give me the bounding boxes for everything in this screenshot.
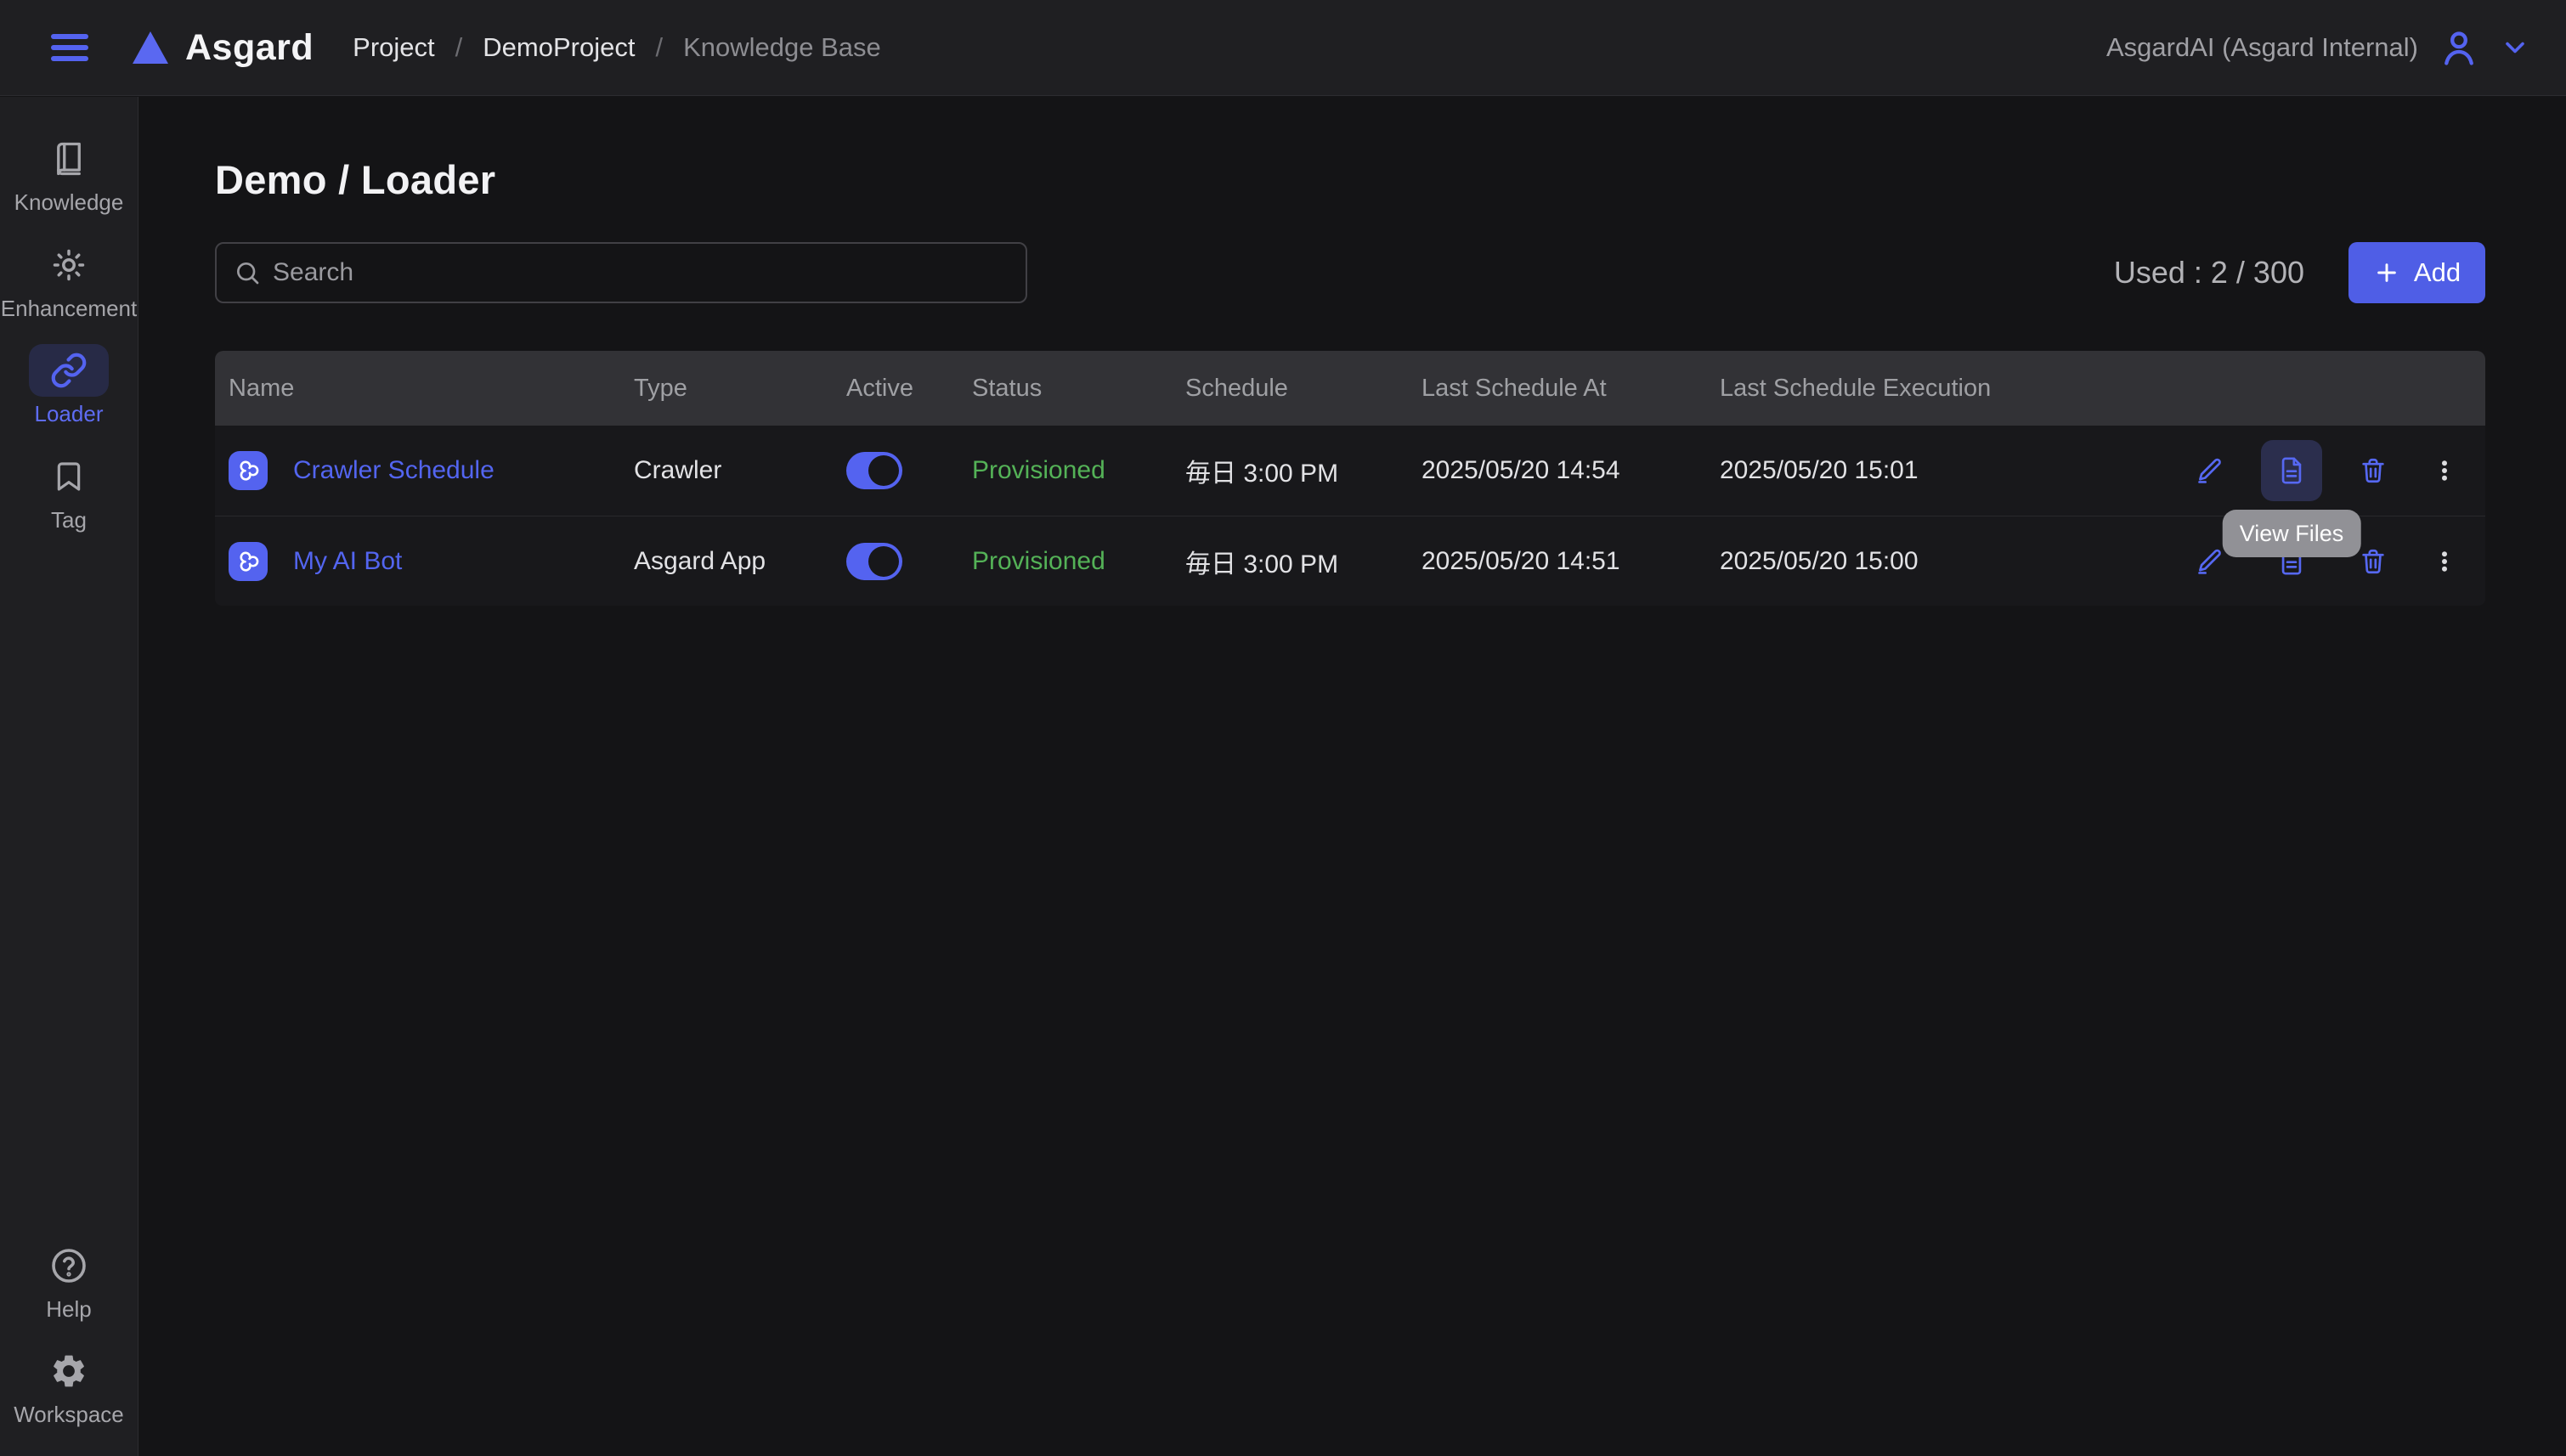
search-input[interactable]	[215, 242, 1027, 303]
breadcrumb-demoproject[interactable]: DemoProject	[483, 32, 635, 63]
breadcrumb: Project / DemoProject / Knowledge Base	[353, 32, 881, 63]
add-button-label: Add	[2414, 257, 2461, 288]
loader-name-cell: Crawler Schedule	[229, 451, 634, 490]
col-header-last-schedule-execution: Last Schedule Execution	[1720, 375, 2026, 403]
gear-icon	[49, 1352, 88, 1391]
col-header-active: Active	[846, 375, 972, 403]
table-row: Crawler Schedule Crawler Provisioned 毎日 …	[215, 426, 2485, 516]
breadcrumb-separator: /	[655, 32, 663, 63]
active-cell	[846, 452, 972, 489]
active-toggle[interactable]	[846, 452, 902, 489]
last-schedule-execution-value: 2025/05/20 15:00	[1720, 547, 2026, 576]
book-icon	[51, 141, 87, 177]
brand-title: Asgard	[185, 27, 314, 69]
user-label: AsgardAI (Asgard Internal)	[2106, 32, 2418, 63]
webhook-icon	[229, 542, 268, 581]
loader-name-link[interactable]: My AI Bot	[293, 547, 402, 576]
sidebar-item-label: Workspace	[14, 1402, 124, 1427]
page-title: Demo / Loader	[215, 156, 2485, 203]
edit-button[interactable]	[2179, 440, 2241, 501]
breadcrumb-project[interactable]: Project	[353, 32, 434, 63]
topbar: Asgard Project / DemoProject / Knowledge…	[0, 0, 2566, 96]
loader-name-cell: My AI Bot	[229, 542, 634, 581]
sidebar-item-label: Tag	[51, 508, 87, 533]
col-header-name: Name	[229, 375, 634, 403]
delete-button[interactable]	[2343, 440, 2404, 501]
col-header-schedule: Schedule	[1185, 375, 1421, 403]
more-options-button[interactable]	[2424, 531, 2465, 592]
col-header-status: Status	[972, 375, 1185, 403]
sun-icon	[50, 246, 88, 284]
table-header: Name Type Active Status Schedule Last Sc…	[215, 351, 2485, 426]
sidebar-item-help[interactable]: Help	[0, 1239, 138, 1322]
usage-counter: Used : 2 / 300	[2114, 255, 2304, 291]
status-badge: Provisioned	[972, 456, 1185, 485]
link-icon	[50, 352, 88, 389]
schedule-value: 毎日 3:00 PM	[1185, 452, 1421, 489]
loader-type: Crawler	[634, 456, 846, 485]
row-actions: View Files	[2026, 440, 2465, 501]
chevron-down-icon[interactable]	[2500, 32, 2530, 63]
sidebar-item-label: Loader	[35, 402, 104, 426]
sidebar-item-tag[interactable]: Tag	[0, 450, 138, 533]
user-icon[interactable]	[2437, 25, 2481, 70]
last-schedule-at-value: 2025/05/20 14:51	[1421, 547, 1720, 576]
webhook-icon	[229, 451, 268, 490]
sidebar-item-knowledge[interactable]: Knowledge	[0, 133, 138, 215]
plus-icon	[2373, 259, 2400, 286]
help-circle-icon	[48, 1245, 89, 1286]
last-schedule-at-value: 2025/05/20 14:54	[1421, 456, 1720, 485]
status-badge: Provisioned	[972, 547, 1185, 576]
sidebar-item-label: Help	[46, 1297, 91, 1322]
col-header-last-schedule-at: Last Schedule At	[1421, 375, 1720, 403]
add-button[interactable]: Add	[2348, 242, 2485, 303]
bookmark-icon	[52, 460, 86, 494]
pencil-icon	[2196, 547, 2224, 576]
controls-row: Used : 2 / 300 Add	[215, 242, 2485, 303]
breadcrumb-knowledge-base: Knowledge Base	[683, 32, 881, 63]
trash-icon	[2359, 456, 2388, 485]
view-files-tooltip: View Files	[2223, 510, 2361, 557]
active-cell	[846, 543, 972, 580]
search-box	[215, 242, 1027, 303]
loader-type: Asgard App	[634, 547, 846, 576]
sidebar-item-enhancement[interactable]: Enhancement	[0, 239, 138, 321]
col-header-type: Type	[634, 375, 846, 403]
sidebar-item-label: Knowledge	[14, 190, 124, 215]
trash-icon	[2359, 547, 2388, 576]
schedule-value: 毎日 3:00 PM	[1185, 543, 1421, 580]
kebab-menu-icon	[2432, 547, 2457, 576]
pencil-icon	[2196, 456, 2224, 485]
sidebar-item-label: Enhancement	[1, 296, 137, 321]
main-content: Demo / Loader Used : 2 / 300 Add Name Ty…	[139, 97, 2566, 1456]
breadcrumb-separator: /	[455, 32, 463, 63]
view-files-button[interactable]: View Files	[2261, 440, 2322, 501]
more-options-button[interactable]	[2424, 440, 2465, 501]
file-icon	[2277, 456, 2306, 485]
table-body: Crawler Schedule Crawler Provisioned 毎日 …	[215, 426, 2485, 606]
active-toggle[interactable]	[846, 543, 902, 580]
kebab-menu-icon	[2432, 456, 2457, 485]
sidebar-footer: Help Workspace	[0, 1239, 138, 1456]
sidebar: Knowledge Enhancement Loader	[0, 97, 138, 1456]
loader-table: Name Type Active Status Schedule Last Sc…	[215, 351, 2485, 606]
user-menu[interactable]: AsgardAI (Asgard Internal)	[2106, 25, 2566, 70]
menu-icon[interactable]	[51, 34, 88, 61]
last-schedule-execution-value: 2025/05/20 15:01	[1720, 456, 2026, 485]
sidebar-item-loader[interactable]: Loader	[0, 344, 138, 426]
loader-name-link[interactable]: Crawler Schedule	[293, 456, 495, 485]
sidebar-item-workspace[interactable]: Workspace	[0, 1345, 138, 1427]
table-row: My AI Bot Asgard App Provisioned 毎日 3:00…	[215, 516, 2485, 606]
asgard-logo-icon	[131, 30, 170, 65]
